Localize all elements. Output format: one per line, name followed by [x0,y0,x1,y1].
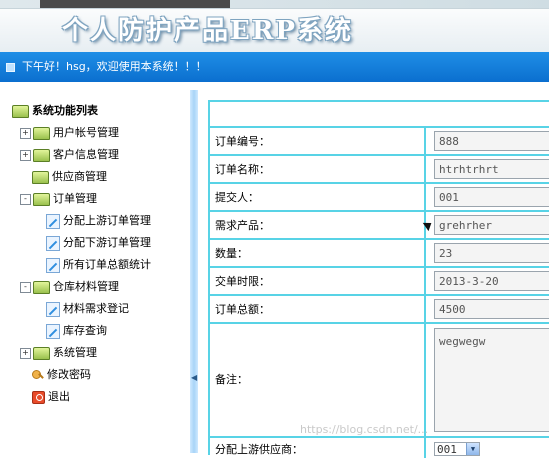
sidebar-item-downstream-orders[interactable]: 分配下游订单管理 [46,234,151,252]
collapse-icon[interactable]: - [20,281,31,293]
sidebar-item-exit[interactable]: 退出 [32,388,70,406]
product-input[interactable]: grehrher [434,215,549,235]
sidebar-item-label: 所有订单总额统计 [63,258,151,271]
sidebar-item-customer-info[interactable]: + 客户信息管理 [20,146,119,164]
field-label: 交单时限： [210,268,426,294]
sidebar-item-order-total-stats[interactable]: 所有订单总额统计 [46,256,151,274]
sidebar-item-label: 供应商管理 [52,170,107,183]
collapse-arrow-icon[interactable]: ◀ [191,373,197,383]
sidebar-item-label: 仓库材料管理 [53,280,119,293]
sidebar-item-label: 订单管理 [53,192,97,205]
supplier-select[interactable]: 001 ▼ [434,442,480,456]
collapse-icon[interactable]: - [20,193,31,205]
doc-edit-icon [46,235,60,251]
form-row-quantity: 数量： 23 [210,240,549,268]
sidebar-item-label: 退出 [48,390,70,403]
quantity-input[interactable]: 23 [434,243,549,263]
exit-icon [32,390,45,404]
field-label: 提交人： [210,184,426,210]
app-title: 个人防护产品ERP系统 [62,16,353,46]
folder-icon [33,346,50,360]
dropdown-arrow-icon[interactable]: ▼ [466,443,479,455]
folder-icon [33,126,50,140]
sidebar-item-label: 系统管理 [53,346,97,359]
expand-icon[interactable]: + [20,127,31,139]
doc-edit-icon [46,257,60,273]
sidebar-item-label: 用户帐号管理 [53,126,119,139]
watermark-text: https://blog.csdn.net/... [300,423,429,436]
sidebar-item-label: 材料需求登记 [63,302,129,315]
tree-root[interactable]: 系统功能列表 [12,102,98,120]
sidebar-item-warehouse[interactable]: - 仓库材料管理 [20,278,119,296]
form-row-deadline: 交单时限： 2013-3-20 [210,268,549,296]
sidebar-item-upstream-orders[interactable]: 分配上游订单管理 [46,212,151,230]
field-label: 订单总额： [210,296,426,322]
field-label: 订单编号： [210,128,426,154]
form-row-order-name: 订单名称： htrhtrhrt [210,156,549,184]
form-row-order-number: 订单编号： 888 [210,128,549,156]
field-label: 备注： [210,324,426,436]
sidebar-item-label: 分配上游订单管理 [63,214,151,227]
folder-icon [32,170,49,184]
welcome-text: 下午好！hsg，欢迎使用本系统！！！ [22,60,207,73]
field-label: 分配上游供应商： [210,438,426,458]
expand-icon[interactable]: + [20,149,31,161]
form-row-supplier: 分配上游供应商： 001 ▼ [210,438,549,458]
sidebar-item-system-admin[interactable]: + 系统管理 [20,344,97,362]
sidebar-item-label: 客户信息管理 [53,148,119,161]
folder-icon [33,280,50,294]
order-name-input[interactable]: htrhtrhrt [434,159,549,179]
form-row-product: 需求产品： grehrher [210,212,549,240]
field-label: 需求产品： [210,212,426,238]
sidebar-item-supplier[interactable]: 供应商管理 [32,168,107,186]
folder-icon [33,192,50,206]
sidebar-splitter[interactable]: ◀ [190,90,198,453]
folder-open-icon [12,104,29,118]
order-total-input[interactable]: 4500 [434,299,549,319]
sidebar-item-inventory-query[interactable]: 库存查询 [46,322,107,340]
sidebar: 系统功能列表 + 用户帐号管理 + 客户信息管理 供应商管理 - 订单管理 分配上游订… [0,90,190,453]
sidebar-item-user-accounts[interactable]: + 用户帐号管理 [20,124,119,142]
key-icon [32,369,44,381]
sidebar-item-label: 修改密码 [47,368,91,381]
form-row-remark: 备注： wegwegw [210,324,549,438]
form-row-submitter: 提交人： 001 [210,184,549,212]
supplier-select-value: 001 [437,443,457,456]
field-label: 数量： [210,240,426,266]
app-header: 个人防护产品ERP系统 [0,0,549,52]
deadline-input[interactable]: 2013-3-20 [434,271,549,291]
sidebar-item-orders[interactable]: - 订单管理 [20,190,97,208]
sidebar-item-material-register[interactable]: 材料需求登记 [46,300,129,318]
doc-edit-icon [46,323,60,339]
order-form: 订单编号： 888 订单名称： htrhtrhrt 提交人： 001 需求产品：… [208,100,549,458]
form-row-total: 订单总额： 4500 [210,296,549,324]
bullet-icon [6,63,15,72]
doc-edit-icon [46,301,60,317]
doc-edit-icon [46,213,60,229]
welcome-bar: 下午好！hsg，欢迎使用本系统！！！ [0,52,549,82]
remark-textarea[interactable]: wegwegw [434,328,549,432]
order-number-input[interactable]: 888 [434,131,549,151]
order-detail-panel: 订单编号： 888 订单名称： htrhtrhrt 提交人： 001 需求产品：… [198,90,549,458]
sidebar-item-change-password[interactable]: 修改密码 [32,366,91,384]
sidebar-item-label: 分配下游订单管理 [63,236,151,249]
window-top-tab [40,0,230,8]
submitter-input[interactable]: 001 [434,187,549,207]
form-header-row [210,102,549,128]
expand-icon[interactable]: + [20,347,31,359]
folder-icon [33,148,50,162]
tree-root-label: 系统功能列表 [32,104,98,117]
sidebar-item-label: 库存查询 [63,324,107,337]
field-label: 订单名称： [210,156,426,182]
